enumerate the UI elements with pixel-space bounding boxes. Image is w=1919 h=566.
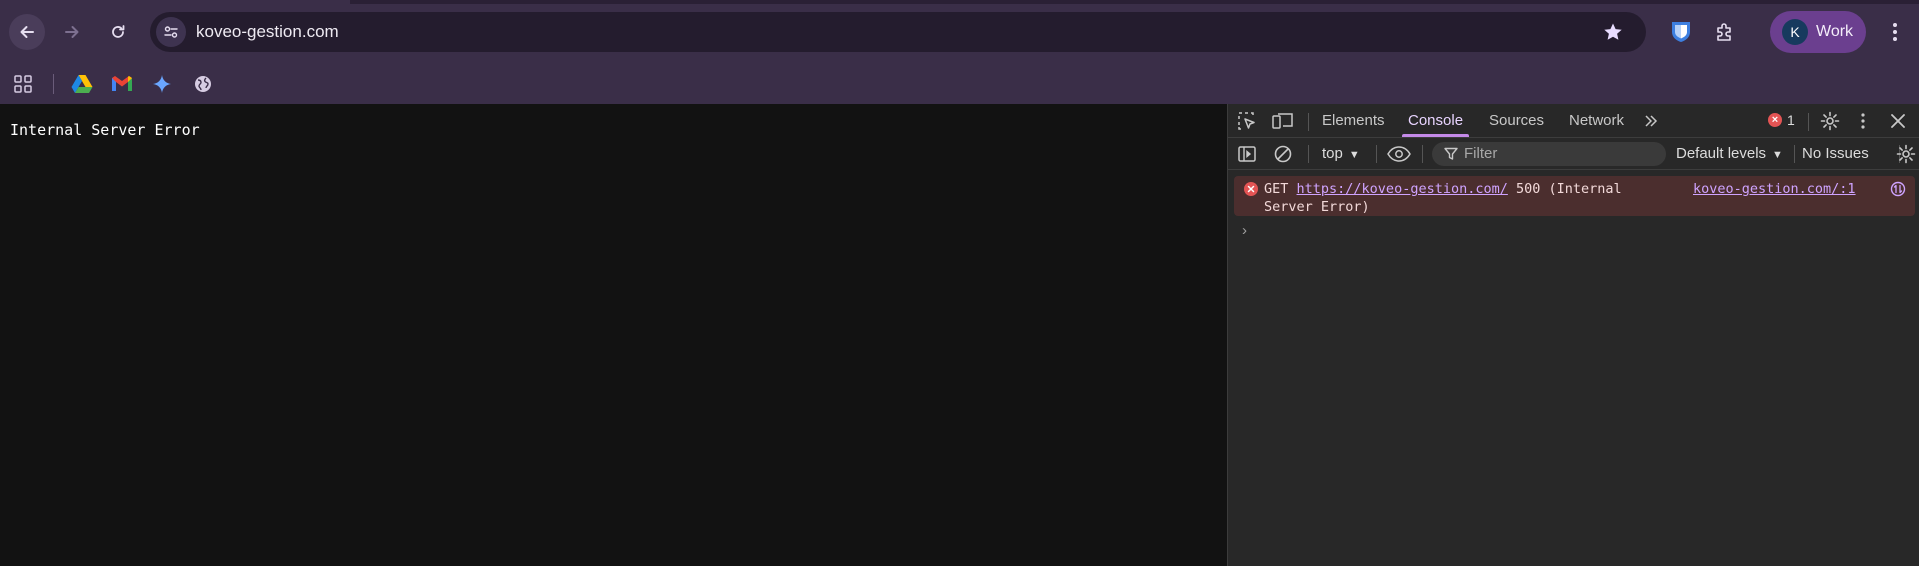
context-label: top [1322, 145, 1343, 162]
devtools-menu-button[interactable] [1852, 110, 1874, 132]
page-viewport: Internal Server Error [0, 104, 1227, 566]
error-count: 1 [1787, 112, 1795, 128]
toolbar-divider [1376, 145, 1377, 163]
log-levels-label: Default levels [1676, 145, 1767, 162]
gemini-icon [153, 75, 171, 93]
bookmark-gmail[interactable] [111, 73, 133, 95]
block-icon [1274, 145, 1292, 163]
bitwarden-shield-icon [1672, 22, 1690, 42]
kebab-menu-icon [1861, 113, 1865, 129]
log-levels-dropdown[interactable]: Default levels ▼ [1676, 138, 1783, 171]
clear-console-button[interactable] [1272, 143, 1294, 165]
tab-console[interactable]: Console [1401, 104, 1470, 137]
tab-network[interactable]: Network [1569, 104, 1624, 137]
devtools-settings-button[interactable] [1819, 110, 1841, 132]
console-toolbar: top ▼ Filter Default levels ▼ No Issues [1228, 138, 1919, 170]
context-selector[interactable]: top ▼ [1322, 138, 1360, 171]
toolbar-divider [1308, 145, 1309, 163]
source-location-link[interactable]: koveo-gestion.com/:1 [1693, 180, 1856, 198]
request-method: GET [1264, 181, 1289, 197]
caret-down-icon: ▼ [1772, 149, 1783, 161]
avatar: K [1782, 19, 1808, 45]
tab-sources[interactable]: Sources [1489, 104, 1544, 137]
bookmarks-bar [0, 64, 1919, 104]
back-button[interactable] [9, 14, 45, 50]
reload-icon [112, 25, 125, 38]
toolbar-divider [1794, 145, 1795, 163]
response-status: 500 (Internal [1516, 181, 1622, 197]
close-devtools-button[interactable] [1887, 110, 1909, 132]
error-circle-icon [1244, 182, 1258, 196]
error-text: GET https://koveo-gestion.com/ 500 (Inte… [1264, 180, 1644, 216]
sidebar-toggle-icon [1238, 146, 1256, 162]
reload-button[interactable] [100, 14, 136, 50]
devtools-panel: Elements Console Sources Network × 1 top… [1227, 104, 1919, 566]
console-error-message[interactable]: GET https://koveo-gestion.com/ 500 (Inte… [1234, 176, 1915, 216]
devtools-tab-bar: Elements Console Sources Network × 1 [1228, 104, 1919, 138]
browser-toolbar: koveo-gestion.com K Work [0, 0, 1919, 64]
console-settings-button[interactable] [1895, 143, 1917, 165]
apps-grid-icon [14, 75, 32, 93]
apps-button[interactable] [12, 73, 34, 95]
caret-down-icon: ▼ [1348, 149, 1360, 161]
tab-elements[interactable]: Elements [1322, 104, 1385, 137]
request-url-link[interactable]: https://koveo-gestion.com/ [1297, 181, 1508, 197]
issues-counter[interactable]: No Issues [1802, 138, 1869, 169]
filter-placeholder: Filter [1464, 145, 1498, 162]
bookmark-gemini[interactable] [151, 73, 173, 95]
error-count-badge[interactable]: × 1 [1768, 112, 1795, 128]
console-filter-input[interactable]: Filter [1432, 142, 1666, 166]
bitwarden-extension-button[interactable] [1667, 18, 1695, 46]
tune-icon [164, 26, 178, 38]
error-x-icon: × [1768, 113, 1782, 127]
bookmarks-divider [53, 74, 54, 94]
address-bar[interactable]: koveo-gestion.com [150, 12, 1646, 52]
forward-button[interactable] [54, 14, 90, 50]
puzzle-icon [1717, 23, 1731, 41]
browser-menu-button[interactable] [1882, 18, 1908, 46]
inspect-cursor-icon [1238, 112, 1255, 130]
more-tabs-button[interactable] [1640, 110, 1662, 132]
eye-icon [1387, 146, 1411, 162]
console-prompt-icon[interactable]: › [1242, 222, 1247, 239]
kebab-menu-icon [1893, 23, 1897, 41]
arrow-left-icon [20, 26, 34, 38]
gear-icon [1896, 144, 1916, 164]
chevron-double-right-icon [1645, 115, 1658, 127]
device-icon [1272, 113, 1293, 129]
profile-button[interactable]: K Work [1770, 11, 1866, 53]
site-info-button[interactable] [156, 17, 186, 47]
tab-strip-edge [0, 0, 1919, 4]
toolbar-divider [1422, 145, 1423, 163]
device-toolbar-button[interactable] [1272, 110, 1294, 132]
gear-icon [1820, 111, 1840, 131]
bookmark-website[interactable] [192, 73, 214, 95]
url-text[interactable]: koveo-gestion.com [196, 12, 339, 52]
show-sidebar-button[interactable] [1236, 143, 1258, 165]
google-drive-icon [71, 75, 93, 93]
gmail-icon [112, 76, 132, 91]
network-request-icon[interactable] [1890, 181, 1906, 197]
bookmark-star-button[interactable] [1602, 21, 1624, 43]
globe-icon [195, 76, 211, 92]
inspect-element-button[interactable] [1236, 110, 1258, 132]
arrow-right-icon [65, 26, 79, 38]
extensions-button[interactable] [1711, 18, 1739, 46]
filter-funnel-icon [1444, 147, 1458, 160]
profile-label: Work [1816, 23, 1854, 40]
response-status-continued: Server Error) [1264, 199, 1370, 215]
bookmark-google-drive[interactable] [71, 73, 93, 95]
error-message: Internal Server Error [10, 121, 200, 139]
toolbar-divider [1808, 113, 1809, 131]
live-expression-button[interactable] [1384, 143, 1414, 165]
toolbar-divider [1308, 113, 1309, 131]
star-icon [1604, 23, 1622, 40]
close-icon [1891, 114, 1905, 128]
